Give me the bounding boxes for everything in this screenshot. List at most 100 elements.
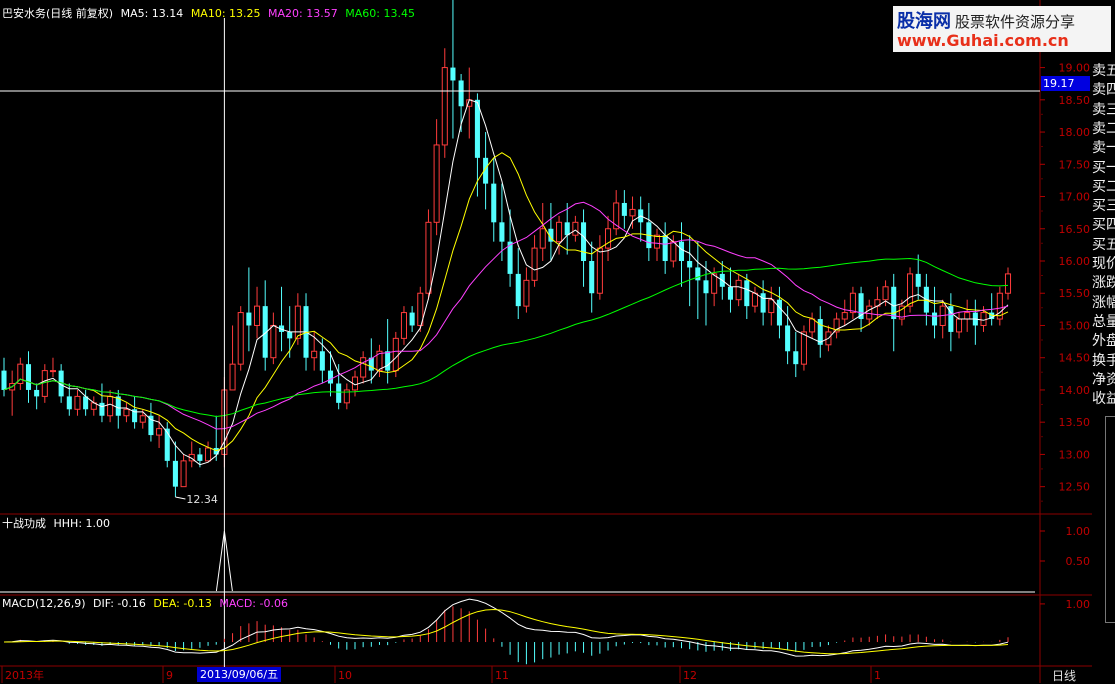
candle-body-up [653,234,661,249]
candle-body-down [246,312,252,326]
y-tick-label: 17.00 [1059,191,1091,204]
candle-body-up [205,447,212,462]
candle-body-down [319,351,325,371]
indicator-name: 十战功成 [2,517,46,530]
candle-body-up [237,312,244,365]
candle-body-down [336,383,342,403]
candle-body-down [687,261,693,268]
side-panel-label: 卖五 [1092,63,1115,79]
candle-body-up [531,247,538,281]
main-chart-header: 巴安水务(日线 前复权) MA5: 13.14 MA10: 13.25 MA20… [2,5,419,20]
y-tick-label: 18.00 [1059,126,1091,139]
macd-value: MACD: -0.06 [219,597,288,610]
y-tick-label: 17.50 [1059,158,1091,171]
candle-body-up [964,312,971,320]
period-label[interactable]: 日线 [1052,667,1076,684]
side-panel-label: 卖二 [1092,120,1115,137]
y-tick-label: 13.00 [1059,448,1091,461]
candle-body-up [441,67,448,146]
candle-body-down [99,402,105,416]
candle-body-up [360,357,367,378]
chart-canvas[interactable]: 19.5019.0018.5018.0017.5017.0016.5016.00… [0,0,1115,683]
candle-body-up [735,279,742,301]
low-label: 12.34 [186,493,218,506]
macd-dif: DIF: -0.16 [93,597,146,610]
side-panel-label: 买四 [1092,217,1115,234]
ma-line-ma60 [3,257,1009,418]
side-panel-label: 卖一 [1092,140,1115,157]
candle-body-down [662,235,668,261]
side-panel-label: 买三 [1092,198,1115,215]
ma10-label: MA10: 13.25 [190,7,261,20]
side-panel-label: 外盘 [1092,333,1115,350]
candle-body-down [385,351,391,371]
candle-body-down [197,454,203,461]
candle-body-down [727,286,734,300]
candle-body-down [695,267,701,281]
indicator-header: 十战功成 HHH: 1.00 [2,515,114,530]
y-tick-label: 14.00 [1059,384,1091,397]
candle-body-up [392,337,399,372]
side-panel-label: 收益 [1092,391,1115,408]
side-scroll-box[interactable] [1105,416,1115,623]
candle-body-up [539,228,546,249]
candle-body-up [751,292,758,307]
candle-body-up [596,247,603,294]
side-panel-label: 总量 [1092,313,1115,330]
candle-body-up [254,305,261,326]
y-tick-label: 1.00 [1066,598,1091,611]
ma20-label: MA20: 13.57 [268,7,338,20]
y-tick-label: 16.00 [1059,255,1091,268]
macd-header: MACD(12,26,9) DIF: -0.16 DEA: -0.13 MACD… [2,597,292,611]
candle-body-down [327,370,334,384]
candle-body-up [433,144,440,223]
candle-body-down [287,331,293,339]
y-tick-label: 15.00 [1059,319,1091,332]
candle-body-down [164,428,170,461]
ma60-label: MA60: 13.45 [345,7,415,20]
ma-line-ma20 [3,201,1009,430]
chart-title: 巴安水务(日线 前复权) [2,7,114,20]
candle-body-down [785,325,791,352]
candle-body-up [809,318,816,333]
candle-body-up [882,286,889,301]
candle-body-down [172,460,178,487]
y-tick-label: 12.50 [1059,481,1091,494]
candle-body-up [768,299,775,314]
candle-body-down [148,415,154,436]
candle-body-up [800,331,807,365]
candle-body-down [678,241,685,261]
candle-body-up [123,408,130,417]
candle-body-up [107,395,114,417]
y-tick-label: 18.50 [1059,94,1091,107]
candle-body-down [793,351,799,365]
side-panel-label: 卖四 [1092,82,1115,99]
side-panel-label: 卖三 [1092,101,1115,118]
cursor-price-label: 19.17 [1041,76,1090,91]
candle-body-down [621,202,627,216]
side-panel-label: 买五 [1092,236,1115,253]
watermark-logo: 股海网 股票软件资源分享 www.Guhai.com.cn [893,6,1111,52]
x-tick-label: 11 [495,669,509,682]
y-tick-label: 0.50 [1066,555,1091,568]
ma-line-ma5 [3,99,1009,466]
side-panel-label: 涨幅 [1092,294,1115,311]
candle-body-up [955,318,963,333]
candle-body-up [980,312,987,326]
candle-body-up [556,221,563,243]
candle-body-down [499,222,505,242]
watermark-subtitle: 股票软件资源分享 [955,13,1076,31]
side-panel-label: 买一 [1092,159,1115,176]
candle-body-up [1004,273,1012,294]
stock-chart-window: 19.5019.0018.5018.0017.5017.0016.5016.00… [0,0,1115,683]
candle-body-down [409,312,415,326]
candle-body-up [572,221,579,236]
x-tick-label: 2013年 [5,668,44,682]
y-tick-label: 19.00 [1059,62,1091,75]
candle-body-up [605,228,612,249]
candle-body-up [139,415,146,423]
candle-body-down [66,396,72,410]
macd-dea: DEA: -0.13 [153,597,212,610]
y-tick-label: 16.50 [1059,223,1091,236]
watermark-url: www.Guhai.com.cn [897,31,1069,50]
